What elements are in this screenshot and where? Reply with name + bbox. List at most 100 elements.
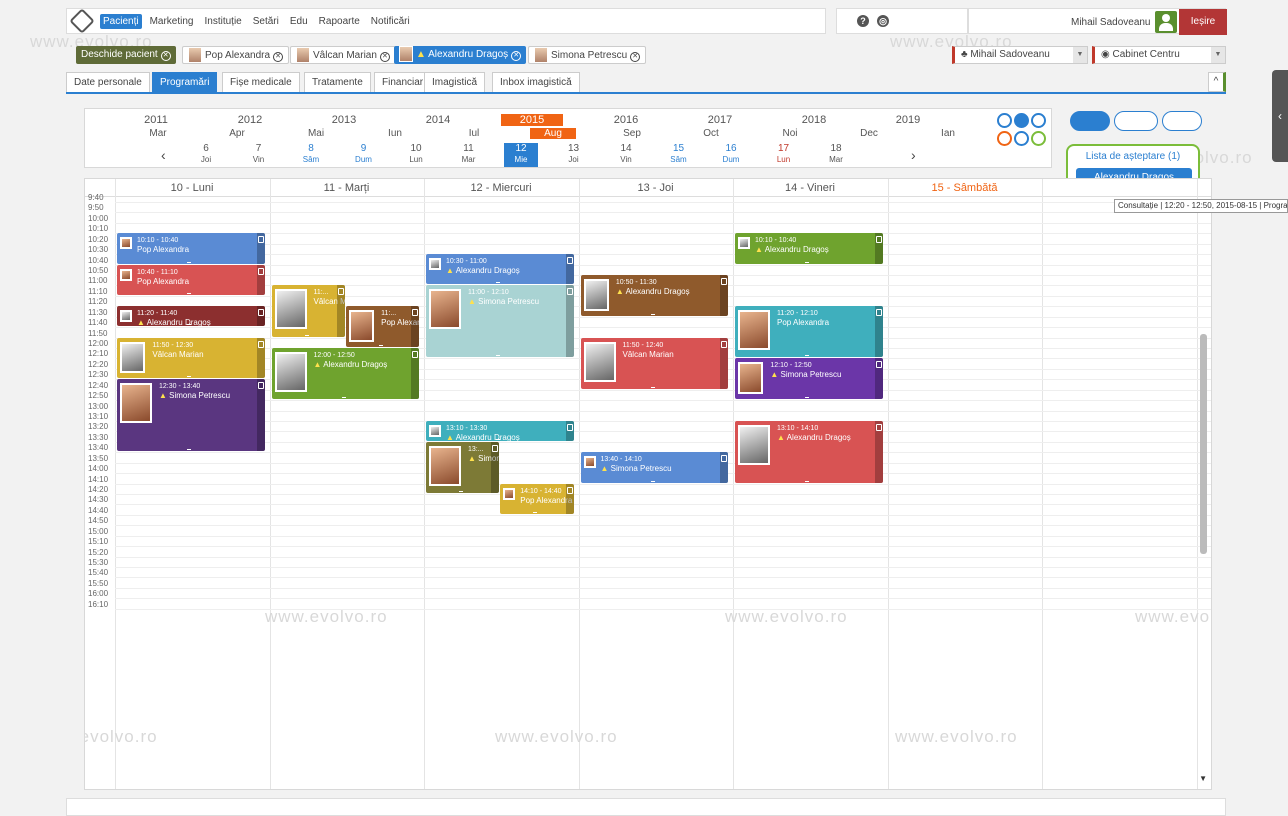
appointment[interactable]: 10:40 - 11:10 Pop Alexandra [117,264,265,295]
menu-setari[interactable]: Setări [250,14,282,29]
resize-handle[interactable] [650,480,655,482]
resize-handle[interactable] [187,449,192,451]
month-item[interactable]: Mar [135,128,181,139]
appointment[interactable]: 13:10 - 13:30 ▲ Alexandru Dragoș [426,421,574,441]
tab-inbox-imagistica[interactable]: Inbox imagistică [492,72,580,92]
month-item[interactable]: Sep [609,128,655,139]
day-item[interactable]: 7 Vin [242,143,276,167]
trash-icon[interactable] [412,309,418,317]
close-icon[interactable]: ✕ [511,51,522,61]
search-icon[interactable] [1014,131,1029,146]
appointment[interactable]: 13:40 - 14:10 ▲ Simona Petrescu [580,452,728,483]
patient-tab[interactable]: Simona Petrescu ✕ [528,46,647,64]
year-item[interactable]: 2013 [313,114,375,126]
menu-notificari[interactable]: Notificări [368,14,413,29]
menu-edu[interactable]: Edu [287,14,311,29]
day-item[interactable]: 17 Lun [767,143,801,167]
month-item[interactable]: Iul [451,128,497,139]
day-item[interactable]: 11 Mar [452,143,486,167]
trash-icon[interactable] [257,236,264,244]
day-item[interactable]: 16 Dum [714,143,748,167]
month-item[interactable]: Dec [846,128,892,139]
single-user-view-button[interactable] [1070,111,1110,131]
resize-handle[interactable] [805,261,810,263]
tab-fise-medicale[interactable]: Fișe medicale [222,72,300,92]
day-item[interactable]: 12 Mie [504,143,538,167]
tab-programari[interactable]: Programări [152,72,218,92]
resize-handle[interactable] [187,324,192,326]
trash-icon[interactable] [721,455,727,463]
prev-arrow[interactable]: ‹ [161,147,166,163]
cabinet-select[interactable]: ◉ Cabinet Centru ▼ [1092,46,1226,64]
month-item[interactable]: Mai [293,128,339,139]
close-icon[interactable]: ✕ [273,52,284,62]
appointment[interactable]: 10:10 - 10:40 ▲ Alexandru Dragoș [735,233,883,264]
close-icon[interactable]: ✕ [630,52,641,62]
trash-icon[interactable] [257,267,264,275]
appointment[interactable]: 11:...Vâlcan Marian [271,285,345,337]
trash-icon[interactable] [566,486,573,494]
year-item[interactable]: 2011 [125,114,187,126]
tab-tratamente[interactable]: Tratamente [304,72,371,92]
logout-button[interactable]: Ieșire [1179,9,1227,35]
month-item[interactable]: Iun [372,128,418,139]
trash-icon[interactable] [257,309,264,317]
app-logo-icon[interactable] [69,8,95,34]
resize-handle[interactable] [650,313,655,315]
patient-tab-active[interactable]: ▲ Alexandru Dragoș ✕ [394,46,527,64]
day-item[interactable]: 13 Joi [557,143,591,167]
resize-handle[interactable] [341,397,346,399]
appointment[interactable]: 10:30 - 11:00 ▲ Alexandru Dragoș [426,254,574,285]
appointment[interactable]: 13:...▲ Simona Petrescu [426,441,500,494]
trash-icon[interactable] [566,424,573,432]
menu-pacienti[interactable]: Pacienți [100,13,142,29]
year-item[interactable]: 2016 [595,114,657,126]
appointment[interactable]: 10:50 - 11:30 ▲ Alexandru Dragoș [580,275,728,316]
calendar-icon[interactable] [997,113,1012,128]
day-item[interactable]: 8 Sâm [294,143,328,167]
tab-financiar[interactable]: Financiar [374,72,432,92]
settings-icon[interactable] [1031,113,1046,128]
group-view-button[interactable] [1114,111,1158,131]
hierarchy-view-button[interactable] [1162,111,1202,131]
day-item[interactable]: 14 Vin [609,143,643,167]
resize-handle[interactable] [304,334,309,336]
appointment[interactable]: 12:30 - 13:40 ▲ Simona Petrescu [117,379,265,452]
tab-imagistica[interactable]: Imagistică [424,72,486,92]
trash-icon[interactable] [875,361,882,369]
trash-icon[interactable] [412,351,418,359]
trash-icon[interactable] [257,382,264,390]
year-item[interactable]: 2014 [407,114,469,126]
day-item[interactable]: 9 Dum [347,143,381,167]
month-item[interactable]: Ian [925,128,971,139]
day-item[interactable]: 15 Sâm [662,143,696,167]
resize-handle[interactable] [496,282,501,284]
menu-institutie[interactable]: Instituție [201,14,244,29]
trash-icon[interactable] [566,288,573,296]
trash-icon[interactable] [721,340,727,348]
appointment[interactable]: 11:...Pop Alexandra [345,306,419,348]
close-icon[interactable]: ✕ [160,51,171,61]
help-icon[interactable]: ? [857,15,869,27]
scroll-down-icon[interactable]: ▼ [1199,774,1207,783]
resize-handle[interactable] [805,480,810,482]
trash-icon[interactable] [257,340,264,348]
resize-handle[interactable] [187,376,192,378]
close-icon[interactable]: ✕ [379,52,390,62]
open-patient-button[interactable]: Deschide pacient ✕ [76,46,176,64]
year-item[interactable]: 2018 [783,114,845,126]
month-item[interactable]: Apr [214,128,260,139]
trash-icon[interactable] [875,424,882,432]
trash-icon[interactable] [337,288,344,296]
appointment[interactable]: 11:50 - 12:40 Vâlcan Marian [580,337,728,389]
side-panel-handle[interactable]: ‹ [1272,70,1288,162]
appointment[interactable]: 11:00 - 12:10 ▲ Simona Petrescu [426,285,574,358]
appointment[interactable]: 11:20 - 11:40 ▲ Alexandru Dragoș [117,306,265,327]
year-item[interactable]: 2012 [219,114,281,126]
menu-marketing[interactable]: Marketing [147,14,197,29]
resize-handle[interactable] [459,491,464,493]
appointment[interactable]: 12:00 - 12:50 ▲ Alexandru Dragoș [271,348,419,400]
calendar-scrollbar[interactable] [1200,334,1207,554]
appointment[interactable]: 14:10 - 14:40 Pop Alexandra [500,483,574,514]
trash-icon[interactable] [875,236,882,244]
